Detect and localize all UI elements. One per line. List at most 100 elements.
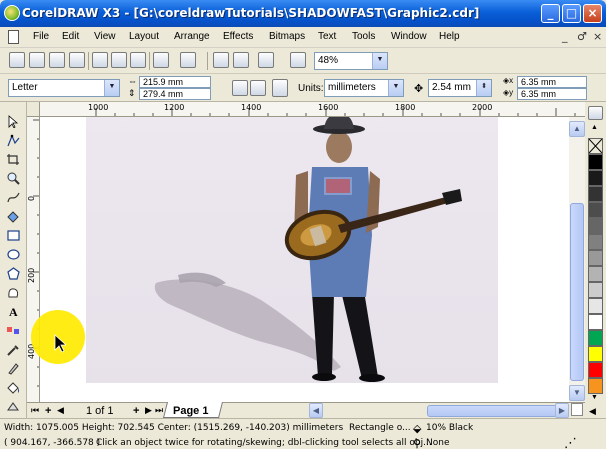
color-swatch[interactable] bbox=[588, 330, 603, 346]
page-tab-label[interactable]: Page 1 bbox=[173, 405, 208, 417]
no-color-swatch[interactable] bbox=[588, 138, 603, 154]
welcome-screen-icon[interactable] bbox=[290, 52, 306, 68]
page-width-input[interactable]: 215.9 mm bbox=[139, 76, 211, 88]
menu-help[interactable]: Help bbox=[439, 31, 460, 42]
color-swatch[interactable] bbox=[588, 362, 603, 378]
chevron-down-icon[interactable]: ▼ bbox=[388, 80, 403, 96]
guitarist-bitmap[interactable] bbox=[86, 117, 498, 383]
color-swatch[interactable] bbox=[588, 234, 603, 250]
scroll-corner-checkbox[interactable] bbox=[571, 403, 583, 416]
outline-tool-icon[interactable] bbox=[5, 361, 22, 376]
menu-file[interactable]: File bbox=[33, 31, 49, 42]
landscape-icon[interactable] bbox=[250, 80, 266, 96]
add-page-before-button[interactable]: + bbox=[45, 405, 51, 417]
zoom-tool-icon[interactable] bbox=[5, 171, 22, 186]
minimize-button[interactable]: _ bbox=[541, 4, 560, 23]
open-icon[interactable] bbox=[29, 52, 45, 68]
color-swatch[interactable] bbox=[588, 298, 603, 314]
menu-layout[interactable]: Layout bbox=[129, 31, 159, 42]
chevron-down-icon[interactable]: ▼ bbox=[372, 53, 387, 69]
eyedropper-tool-icon[interactable] bbox=[5, 342, 22, 357]
duplicate-y-input[interactable]: 6.35 mm bbox=[517, 88, 587, 100]
palette-expand-icon[interactable]: ◀ bbox=[589, 406, 596, 417]
drawing-page[interactable] bbox=[86, 117, 498, 383]
menu-effects[interactable]: Effects bbox=[223, 31, 253, 42]
color-swatch[interactable] bbox=[588, 154, 603, 170]
maximize-button[interactable]: □ bbox=[562, 4, 581, 23]
portrait-icon[interactable] bbox=[232, 80, 248, 96]
pick-tool-icon[interactable] bbox=[5, 114, 22, 129]
ellipse-tool-icon[interactable] bbox=[5, 247, 22, 262]
rectangle-tool-icon[interactable] bbox=[5, 228, 22, 243]
smart-fill-tool-icon[interactable] bbox=[5, 209, 22, 224]
color-swatch[interactable] bbox=[588, 170, 603, 186]
doc-restore-button[interactable]: ♂ bbox=[577, 30, 587, 43]
close-button[interactable]: × bbox=[583, 4, 602, 23]
palette-scroll-down-icon[interactable]: ▼ bbox=[591, 394, 598, 401]
application-launcher-icon[interactable] bbox=[258, 52, 274, 68]
scroll-left-button[interactable]: ◀ bbox=[309, 403, 323, 418]
doc-minimize-button[interactable]: _ bbox=[562, 30, 568, 43]
horizontal-scroll-thumb[interactable] bbox=[427, 405, 557, 417]
document-icon[interactable] bbox=[8, 30, 19, 44]
page-layout-icon[interactable] bbox=[272, 79, 288, 97]
shape-tool-icon[interactable] bbox=[5, 133, 22, 148]
color-swatch[interactable] bbox=[588, 266, 603, 282]
spinner-icon[interactable]: ⬍ bbox=[476, 80, 491, 96]
paste-icon[interactable] bbox=[130, 52, 146, 68]
menu-window[interactable]: Window bbox=[391, 31, 427, 42]
menu-tools[interactable]: Tools bbox=[352, 31, 375, 42]
color-swatch[interactable] bbox=[588, 218, 603, 234]
export-icon[interactable] bbox=[233, 52, 249, 68]
color-swatch[interactable] bbox=[588, 186, 603, 202]
print-icon[interactable] bbox=[69, 52, 85, 68]
chevron-down-icon[interactable]: ▼ bbox=[104, 80, 119, 96]
previous-page-button[interactable]: ◀ bbox=[57, 405, 64, 416]
coreldraw-app-icon[interactable] bbox=[4, 5, 20, 21]
first-page-button[interactable]: ⏮ bbox=[31, 405, 39, 416]
last-page-button[interactable]: ⏭ bbox=[155, 405, 163, 416]
polygon-tool-icon[interactable] bbox=[5, 266, 22, 281]
color-swatch[interactable] bbox=[588, 250, 603, 266]
color-swatch[interactable] bbox=[588, 282, 603, 298]
vertical-scroll-thumb[interactable] bbox=[570, 203, 584, 381]
nudge-distance-input[interactable]: 2.54 mm ⬍ bbox=[428, 79, 492, 97]
horizontal-ruler[interactable]: 1000 1200 1400 1600 1800 2000 bbox=[40, 102, 585, 117]
text-tool-icon[interactable]: A bbox=[5, 304, 22, 319]
fill-tool-icon[interactable] bbox=[5, 380, 22, 395]
scroll-up-button[interactable]: ▲ bbox=[569, 121, 585, 137]
color-swatch[interactable] bbox=[588, 378, 603, 394]
zoom-levels-select[interactable]: 48% ▼ bbox=[314, 52, 388, 70]
interactive-fill-tool-icon[interactable] bbox=[5, 399, 22, 414]
paper-type-select[interactable]: Letter ▼ bbox=[8, 79, 120, 97]
menu-view[interactable]: View bbox=[94, 31, 116, 42]
menu-edit[interactable]: Edit bbox=[62, 31, 79, 42]
color-swatch[interactable] bbox=[588, 314, 603, 330]
undo-icon[interactable] bbox=[153, 52, 169, 68]
doc-close-button[interactable]: × bbox=[593, 30, 602, 43]
next-page-button[interactable]: ▶ bbox=[145, 405, 152, 416]
interactive-blend-tool-icon[interactable] bbox=[5, 323, 22, 338]
menu-bitmaps[interactable]: Bitmaps bbox=[269, 31, 305, 42]
new-document-icon[interactable] bbox=[9, 52, 25, 68]
page-height-input[interactable]: 279.4 mm bbox=[139, 88, 211, 100]
units-select[interactable]: millimeters ▼ bbox=[324, 79, 404, 97]
freehand-tool-icon[interactable] bbox=[5, 190, 22, 205]
copy-icon[interactable] bbox=[111, 52, 127, 68]
vertical-ruler[interactable]: 0 200 400 bbox=[27, 117, 40, 402]
basic-shapes-tool-icon[interactable] bbox=[5, 285, 22, 300]
menu-text[interactable]: Text bbox=[318, 31, 336, 42]
resize-grip-icon[interactable]: ⋰ bbox=[564, 436, 577, 449]
save-icon[interactable] bbox=[49, 52, 65, 68]
redo-icon[interactable] bbox=[180, 52, 196, 68]
scroll-down-button[interactable]: ▼ bbox=[569, 385, 585, 401]
menu-arrange[interactable]: Arrange bbox=[174, 31, 210, 42]
cut-icon[interactable] bbox=[92, 52, 108, 68]
drawing-canvas[interactable] bbox=[40, 117, 569, 402]
duplicate-x-input[interactable]: 6.35 mm bbox=[517, 76, 587, 88]
vertical-scrollbar[interactable]: ▲ ▼ bbox=[569, 117, 585, 402]
color-swatch[interactable] bbox=[588, 202, 603, 218]
palette-options-icon[interactable] bbox=[588, 106, 603, 120]
palette-scroll-up-icon[interactable]: ▲ bbox=[591, 124, 598, 131]
crop-tool-icon[interactable] bbox=[5, 152, 22, 167]
